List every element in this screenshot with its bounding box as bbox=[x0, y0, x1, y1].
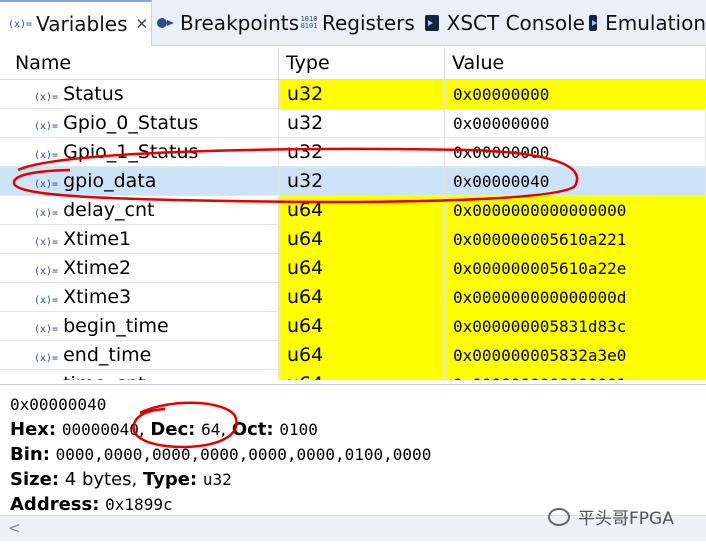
table-header: Name Type Value bbox=[0, 47, 706, 80]
variable-type-cell[interactable]: u64 bbox=[279, 225, 445, 254]
table-row[interactable]: (x)= gpio_data u32 0x00000040 bbox=[0, 167, 706, 196]
tab-label: Registers bbox=[322, 11, 415, 35]
variable-name-cell[interactable]: (x)= Gpio_0_Status bbox=[0, 109, 279, 138]
variable-icon: (x)= bbox=[34, 121, 59, 132]
variable-name: Gpio_1_Status bbox=[63, 141, 199, 163]
variable-name-cell[interactable]: (x)= Status bbox=[0, 80, 279, 109]
variable-name-cell[interactable]: (x)= delay_cnt bbox=[0, 196, 279, 225]
variable-type-cell[interactable]: u32 bbox=[279, 80, 445, 109]
variable-value-cell[interactable]: 0x00000000 bbox=[445, 109, 706, 138]
variable-type-cell[interactable]: u64 bbox=[279, 283, 445, 312]
variable-name-cell[interactable]: (x)= gpio_data bbox=[0, 167, 279, 196]
variable-value-cell[interactable]: 0x0000000000000001 bbox=[445, 370, 706, 380]
details-raw-value: 0x00000040 bbox=[10, 395, 107, 414]
breakpoints-icon bbox=[156, 15, 176, 31]
table-row[interactable]: (x)= Gpio_1_Status u32 0x00000000 bbox=[0, 138, 706, 167]
variable-value-cell[interactable]: 0x0000000000000000 bbox=[445, 196, 706, 225]
variables-icon: (x)= bbox=[8, 18, 33, 30]
table-row[interactable]: (x)= Status u32 0x00000000 bbox=[0, 80, 706, 109]
variable-type-cell[interactable]: u32 bbox=[279, 138, 445, 167]
variable-name: gpio_data bbox=[63, 170, 157, 192]
details-binary-line: Bin: 0000,0000,0000,0000,0000,0000,0100,… bbox=[10, 444, 432, 465]
variable-icon: (x)= bbox=[34, 179, 59, 190]
variable-icon: (x)= bbox=[34, 92, 59, 103]
variable-type-cell[interactable]: u64 bbox=[279, 341, 445, 370]
variable-name-cell[interactable]: (x)= Xtime3 bbox=[0, 283, 279, 312]
variables-table: Name Type Value (x)= Status u32 0x00000000(… bbox=[0, 47, 706, 380]
registers-icon: 1010 0101 bbox=[300, 15, 318, 30]
console-icon bbox=[589, 15, 598, 31]
variable-type-cell[interactable]: u32 bbox=[279, 167, 445, 196]
variable-name: Xtime3 bbox=[63, 286, 132, 308]
column-header-value[interactable]: Value bbox=[445, 47, 706, 80]
variable-icon: (x)= bbox=[34, 237, 59, 248]
table-row[interactable]: (x)= Xtime1 u64 0x000000005610a221 bbox=[0, 225, 706, 254]
table-row[interactable]: (x)= end_time u64 0x000000005832a3e0 bbox=[0, 341, 706, 370]
variable-type-cell[interactable]: u32 bbox=[279, 109, 445, 138]
variable-value-cell[interactable]: 0x00000000 bbox=[445, 138, 706, 167]
variable-type-cell[interactable]: u64 bbox=[279, 196, 445, 225]
wechat-icon bbox=[548, 507, 570, 526]
variable-type-cell[interactable]: u64 bbox=[279, 312, 445, 341]
tab-label: Breakpoints bbox=[180, 11, 300, 35]
tab-label: Variables bbox=[36, 12, 128, 36]
variable-icon: (x)= bbox=[34, 150, 59, 161]
variable-value-cell[interactable]: 0x000000005610a221 bbox=[445, 225, 706, 254]
variable-name: delay_cnt bbox=[63, 199, 155, 221]
variable-value-cell[interactable]: 0x00000040 bbox=[445, 167, 706, 196]
variable-name-cell[interactable]: (x)=time_cnt bbox=[0, 370, 279, 380]
variable-type-cell[interactable]: u64 bbox=[279, 254, 445, 283]
variable-name-cell[interactable]: (x)= Xtime1 bbox=[0, 225, 279, 254]
console-icon bbox=[425, 15, 439, 31]
watermark: 平头哥FPGA bbox=[548, 504, 674, 529]
tab-label: XSCT Console bbox=[446, 11, 585, 35]
tab-label: Emulation bbox=[605, 11, 706, 35]
variable-name-cell[interactable]: (x)= Xtime2 bbox=[0, 254, 279, 283]
variable-icon: (x)= bbox=[34, 353, 59, 364]
tab-bar: (x)= Variables ✕ Breakpoints 1010 0101 Re… bbox=[0, 0, 706, 46]
variable-value-cell[interactable]: 0x000000005832a3e0 bbox=[445, 341, 706, 370]
tab-variables[interactable]: (x)= Variables ✕ bbox=[0, 0, 152, 46]
variable-name: begin_time bbox=[63, 315, 169, 337]
variable-icon: (x)= bbox=[34, 324, 59, 335]
variable-name: time_cnt bbox=[63, 373, 145, 380]
tab-emulation[interactable]: Emulation bbox=[589, 0, 706, 46]
table-row[interactable]: (x)=time_cntu640x0000000000000001 bbox=[0, 370, 706, 380]
variable-value-cell[interactable]: 0x00000000 bbox=[445, 80, 706, 109]
variable-name: Xtime1 bbox=[63, 228, 132, 250]
variable-value-cell[interactable]: 0x000000005831d83c bbox=[445, 312, 706, 341]
table-row[interactable]: (x)= Xtime3 u64 0x000000000000000d bbox=[0, 283, 706, 312]
variable-name: Xtime2 bbox=[63, 257, 132, 279]
variable-value-cell[interactable]: 0x000000005610a22e bbox=[445, 254, 706, 283]
table-row[interactable]: (x)= begin_time u64 0x000000005831d83c bbox=[0, 312, 706, 341]
variable-value-cell[interactable]: 0x000000000000000d bbox=[445, 283, 706, 312]
variable-type-cell[interactable]: u64 bbox=[279, 370, 445, 380]
tab-registers[interactable]: 1010 0101 Registers bbox=[300, 0, 420, 46]
table-row[interactable]: (x)= Gpio_0_Status u32 0x00000000 bbox=[0, 109, 706, 138]
table-row[interactable]: (x)= Xtime2 u64 0x000000005610a22e bbox=[0, 254, 706, 283]
table-row[interactable]: (x)= delay_cnt u64 0x0000000000000000 bbox=[0, 196, 706, 225]
close-icon[interactable]: ✕ bbox=[136, 15, 149, 33]
column-header-type[interactable]: Type bbox=[279, 47, 445, 80]
variable-icon: (x)= bbox=[34, 208, 59, 219]
scroll-left-icon[interactable]: < bbox=[8, 519, 21, 537]
variable-name-cell[interactable]: (x)= end_time bbox=[0, 341, 279, 370]
tab-xsct-console[interactable]: XSCT Console bbox=[425, 0, 585, 46]
variable-name: Status bbox=[63, 83, 124, 105]
variable-name: Gpio_0_Status bbox=[63, 112, 199, 134]
variable-icon: (x)= bbox=[34, 266, 59, 277]
variable-name-cell[interactable]: (x)= Gpio_1_Status bbox=[0, 138, 279, 167]
details-format-line: Hex: 00000040, Dec: 64, Oct: 0100 bbox=[10, 419, 318, 440]
tab-breakpoints[interactable]: Breakpoints bbox=[156, 0, 300, 46]
variable-name: end_time bbox=[63, 344, 152, 366]
details-size-line: Size: 4 bytes, Type: u32 bbox=[10, 469, 232, 490]
variable-name-cell[interactable]: (x)= begin_time bbox=[0, 312, 279, 341]
column-header-name[interactable]: Name bbox=[0, 47, 279, 80]
variable-icon: (x)= bbox=[34, 295, 59, 306]
